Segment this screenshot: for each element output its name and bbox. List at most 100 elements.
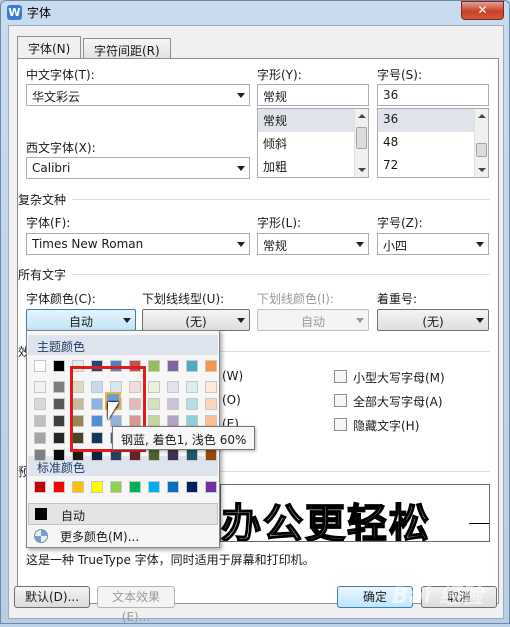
text-effects-button[interactable]: 文本效果(E)... <box>97 586 175 624</box>
standard-color-swatch[interactable] <box>91 481 103 493</box>
theme-shade-swatch[interactable] <box>167 449 179 461</box>
hidden-text-checkbox[interactable] <box>334 418 347 431</box>
effect-left-label: (W) <box>222 369 244 383</box>
complex-font-label: 字体(F): <box>26 216 71 230</box>
close-button[interactable]: ✕ <box>461 1 504 20</box>
tab-character-spacing[interactable]: 字符间距(R) <box>83 38 171 58</box>
small-caps-checkbox[interactable] <box>334 370 347 383</box>
western-font-select[interactable]: Calibri <box>26 157 250 179</box>
theme-shade-swatch[interactable] <box>53 449 65 461</box>
theme-shade-swatch[interactable] <box>53 398 65 410</box>
small-caps-label: 小型大写字母(M) <box>353 371 445 385</box>
theme-color-swatch[interactable] <box>186 360 198 372</box>
color-wheel-icon <box>34 529 48 543</box>
effect-left-label: (O) <box>222 393 241 407</box>
auto-color-swatch <box>35 508 47 520</box>
complex-size-select[interactable]: 小四 <box>377 233 489 255</box>
theme-shade-swatch[interactable] <box>205 398 217 410</box>
app-icon: W <box>7 5 22 20</box>
standard-color-swatch[interactable] <box>167 481 179 493</box>
chevron-down-icon <box>237 166 245 171</box>
style-listbox[interactable]: 常规 倾斜 加粗 <box>257 108 369 178</box>
auto-color-label: 自动 <box>61 509 86 523</box>
size-input[interactable]: 36 <box>377 84 489 106</box>
chinese-font-select[interactable]: 华文彩云 <box>26 84 250 106</box>
complex-style-select[interactable]: 常规 <box>257 233 369 255</box>
list-item[interactable]: 常规 <box>258 109 368 132</box>
size-scrollbar[interactable] <box>474 109 488 177</box>
theme-shade-swatch[interactable] <box>186 398 198 410</box>
standard-color-swatch[interactable] <box>129 481 141 493</box>
divider <box>220 351 490 352</box>
complex-font-select[interactable]: Times New Roman <box>26 233 250 255</box>
theme-shade-swatch[interactable] <box>34 398 46 410</box>
scroll-thumb[interactable] <box>356 127 367 149</box>
theme-shade-swatch[interactable] <box>186 381 198 393</box>
theme-shade-swatch[interactable] <box>53 381 65 393</box>
scroll-up-icon[interactable] <box>478 114 486 118</box>
theme-color-swatch[interactable] <box>205 360 217 372</box>
theme-shade-swatch[interactable] <box>34 381 46 393</box>
chevron-down-icon <box>476 242 484 247</box>
complex-style-label: 字形(L): <box>257 216 302 230</box>
theme-color-swatch[interactable] <box>53 360 65 372</box>
font-color-value: 自动 <box>68 315 93 329</box>
auto-color-row[interactable]: 自动 <box>28 503 218 525</box>
scroll-thumb[interactable] <box>476 143 487 157</box>
complex-size-label: 字号(Z): <box>377 216 423 230</box>
underline-color-button[interactable]: 自动 <box>257 309 369 331</box>
underline-color-value: 自动 <box>300 315 325 329</box>
standard-color-swatch[interactable] <box>148 481 160 493</box>
theme-shade-swatch[interactable] <box>148 449 160 461</box>
underline-style-button[interactable]: (无) <box>142 309 250 331</box>
style-input[interactable]: 常规 <box>257 84 369 106</box>
theme-shade-swatch[interactable] <box>186 449 198 461</box>
standard-color-swatch[interactable] <box>53 481 65 493</box>
theme-color-swatch[interactable] <box>148 360 160 372</box>
theme-shade-swatch[interactable] <box>167 398 179 410</box>
more-colors-row[interactable]: 更多颜色(M)... <box>28 526 218 546</box>
chinese-font-value: 华文彩云 <box>32 90 81 104</box>
theme-shade-swatch[interactable] <box>205 449 217 461</box>
size-listbox[interactable]: 36 48 72 <box>377 108 489 178</box>
theme-shade-swatch[interactable] <box>34 449 46 461</box>
scroll-down-icon[interactable] <box>358 168 366 172</box>
scroll-down-icon[interactable] <box>478 168 486 172</box>
theme-shade-swatch[interactable] <box>205 381 217 393</box>
emphasis-value: (无) <box>422 315 444 329</box>
standard-color-swatch[interactable] <box>186 481 198 493</box>
style-scrollbar[interactable] <box>354 109 368 177</box>
standard-color-swatch[interactable] <box>72 481 84 493</box>
style-label: 字形(Y): <box>257 68 302 82</box>
theme-shade-swatch[interactable] <box>167 381 179 393</box>
theme-shade-swatch[interactable] <box>53 415 65 427</box>
theme-shade-swatch[interactable] <box>148 381 160 393</box>
complex-style-value: 常规 <box>263 239 288 253</box>
standard-color-swatch[interactable] <box>110 481 122 493</box>
list-item[interactable]: 72 <box>378 155 488 177</box>
theme-shade-swatch[interactable] <box>34 432 46 444</box>
theme-color-swatch[interactable] <box>34 360 46 372</box>
font-color-button[interactable]: 自动 <box>26 309 136 331</box>
theme-shade-swatch[interactable] <box>34 415 46 427</box>
font-color-label: 字体颜色(C): <box>26 292 96 306</box>
default-button[interactable]: 默认(D)... <box>14 586 90 608</box>
theme-shade-swatch[interactable] <box>53 432 65 444</box>
list-item[interactable]: 36 <box>378 109 488 132</box>
tab-font[interactable]: 字体(N) <box>17 36 82 58</box>
all-caps-checkbox[interactable] <box>334 394 347 407</box>
standard-color-swatch[interactable] <box>34 481 46 493</box>
emphasis-button[interactable]: (无) <box>377 309 489 331</box>
theme-color-swatch[interactable] <box>167 360 179 372</box>
chevron-down-icon <box>237 242 245 247</box>
theme-shade-swatch[interactable] <box>148 398 160 410</box>
scroll-up-icon[interactable] <box>358 114 366 118</box>
chevron-down-icon <box>476 318 484 323</box>
western-font-value: Calibri <box>32 161 71 175</box>
standard-color-swatch[interactable] <box>205 481 217 493</box>
list-item[interactable]: 加粗 <box>258 155 368 177</box>
list-item[interactable]: 倾斜 <box>258 132 368 155</box>
chevron-down-icon <box>237 93 245 98</box>
underline-style-label: 下划线线型(U): <box>142 292 225 306</box>
list-item[interactable]: 48 <box>378 132 488 155</box>
